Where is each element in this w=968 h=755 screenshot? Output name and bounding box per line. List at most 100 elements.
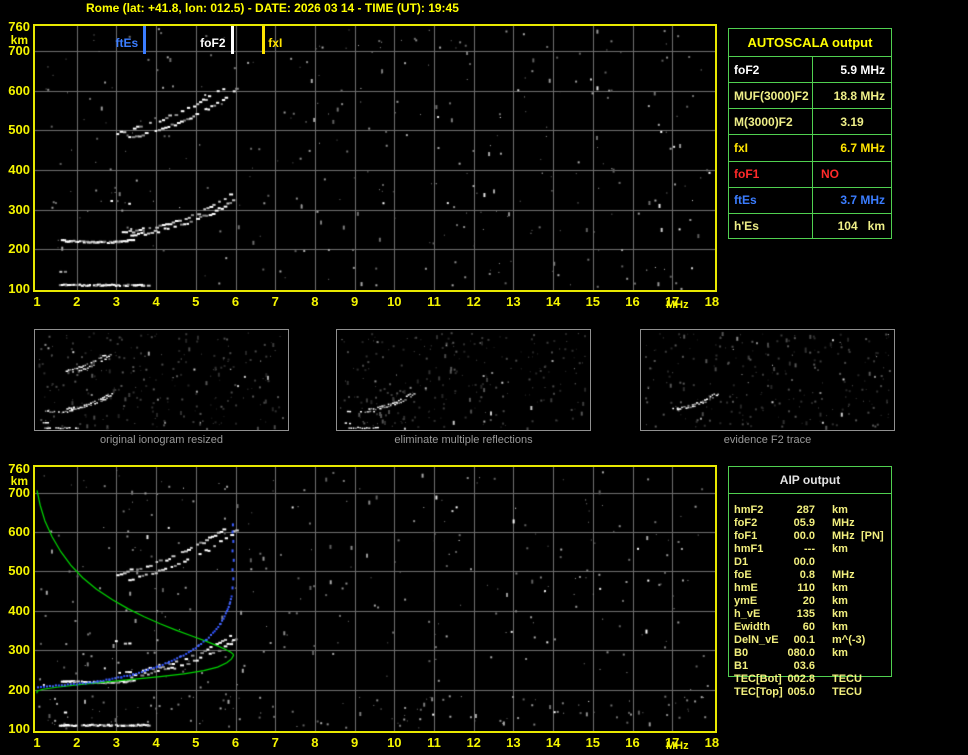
y-tick-label: 300: [8, 642, 30, 658]
marker-label-foF2: foF2: [200, 36, 226, 50]
x-tick-label: 12: [466, 294, 481, 309]
y-tick-label: 760: [8, 19, 30, 34]
aip-row-label: D1: [734, 556, 749, 568]
row-label: foF2: [729, 57, 813, 83]
aip-row: B0 080.0 km: [729, 647, 891, 660]
aip-row-label: ymE: [734, 595, 758, 607]
aip-row: hmF1 --- km: [729, 543, 891, 556]
x-tick-label: 15: [585, 735, 601, 750]
aip-table-header: AIP output: [729, 467, 891, 494]
x-tick-label: 18: [704, 294, 720, 309]
row-value: 3.7 MHz: [840, 193, 885, 208]
panel-evidence-canvas: [641, 330, 894, 430]
aip-row-unit: km: [832, 595, 848, 607]
x-tick-label: 4: [152, 294, 160, 309]
panel-original-canvas: [35, 330, 288, 430]
marker-line-ftEs: [143, 26, 147, 54]
x-tick-label: 1: [33, 735, 41, 750]
autoscala-screen: Rome (lat: +41.8, lon: 012.5) - DATE: 20…: [0, 0, 968, 755]
panel-original-ionogram: [34, 329, 289, 431]
row-value: 5.9 MHz: [840, 62, 885, 77]
aip-row: foE 0.8 MHz: [729, 569, 891, 582]
x-tick-label: 7: [271, 294, 279, 309]
aip-row: hmE 110 km: [729, 582, 891, 595]
row-label: fxI: [729, 135, 813, 161]
ionogram-top-canvas: [35, 26, 715, 290]
x-tick-label: 3: [112, 735, 120, 750]
panel-eliminate-reflections: [336, 329, 591, 431]
y-tick-label: 400: [8, 161, 30, 177]
x-tick-label: 8: [311, 294, 319, 309]
row-label: ftEs: [729, 187, 813, 213]
aip-row-label: foF1: [734, 530, 758, 542]
x-tick-label: 12: [466, 735, 481, 750]
aip-row-value: ---: [804, 543, 815, 555]
row-value: 18.8 MHz: [833, 88, 885, 103]
row-label: h'Es: [729, 213, 813, 239]
aip-row-unit: MHz: [832, 530, 855, 542]
autoscala-row: M(3000)F2 3.19: [729, 108, 891, 135]
row-label: M(3000)F2: [729, 109, 813, 135]
aip-row-value: 005.0: [787, 686, 815, 698]
aip-row-extra: [PN]: [861, 530, 884, 542]
y-tick-label: 500: [8, 563, 30, 579]
aip-row: TEC[Bot] 002.8 TECU: [729, 673, 891, 686]
aip-row-unit: km: [832, 647, 848, 659]
x-tick-label: 16: [625, 735, 640, 750]
aip-row-value: 287: [796, 504, 815, 516]
page-title: Rome (lat: +41.8, lon: 012.5) - DATE: 20…: [86, 1, 459, 15]
panel-caption: original ionogram resized: [100, 434, 223, 446]
panel-evidence-f2: [640, 329, 895, 431]
aip-row-value: 60: [802, 621, 815, 633]
marker-label-ftEs: ftEs: [115, 36, 139, 50]
autoscala-row: fxI 6.7 MHz: [729, 134, 891, 161]
row-value: 3.19: [840, 114, 864, 129]
marker-line-foF2: [230, 26, 234, 54]
y-tick-label: 200: [8, 241, 30, 257]
aip-row-value: 002.8: [787, 673, 815, 685]
aip-row: D1 00.0: [729, 556, 891, 569]
marker-line-fxI: [262, 26, 266, 54]
autoscala-row: ftEs 3.7 MHz: [729, 186, 891, 213]
x-tick-label: 10: [387, 735, 402, 750]
x-tick-label: 9: [350, 735, 359, 750]
aip-row-unit: MHz: [832, 569, 855, 581]
x-tick-label: 6: [231, 294, 240, 309]
x-tick-label: 14: [545, 735, 561, 750]
x-tick-label: 11: [427, 735, 441, 750]
row-value: 104 km: [837, 219, 885, 234]
ionogram-top-plot: [33, 24, 717, 292]
ionogram-bottom-canvas: [35, 467, 715, 731]
aip-row: ymE 20 km: [729, 595, 891, 608]
row-label: foF1: [729, 161, 813, 187]
row-value: 6.7 MHz: [840, 140, 885, 155]
panel-eliminate-canvas: [337, 330, 590, 430]
y-tick-label: 600: [8, 524, 30, 540]
aip-row-label: B1: [734, 660, 749, 672]
aip-row: B1 03.6: [729, 660, 891, 673]
y-tick-label: 400: [8, 602, 30, 618]
aip-row: hmF2 287 km: [729, 504, 891, 517]
aip-row-unit: km: [832, 608, 848, 620]
x-tick-label: 18: [704, 735, 720, 750]
aip-row-label: foF2: [734, 517, 758, 529]
x-tick-label: 11: [427, 294, 441, 309]
aip-table: AIP output hmF2 287 km foF2 05.9 MHz foF1 00.0 M…: [728, 466, 892, 698]
aip-row-value: 080.0: [787, 647, 815, 659]
aip-row: Ewidth 60 km: [729, 621, 891, 634]
aip-row-value: 00.1: [793, 634, 815, 646]
aip-row: foF1 00.0 MHz [PN]: [729, 530, 891, 543]
autoscala-row: h'Es 104 km: [729, 212, 891, 239]
x-tick-label: 6: [231, 735, 240, 750]
marker-label-fxI: fxI: [268, 36, 283, 50]
ionogram-bottom-plot: [33, 465, 717, 733]
y-tick-label: 500: [8, 122, 30, 138]
autoscala-table-header: AUTOSCALA output: [729, 29, 891, 57]
panel-caption: eliminate multiple reflections: [394, 434, 533, 446]
y-tick-label: 200: [8, 681, 30, 697]
x-tick-label: 2: [73, 735, 81, 750]
aip-row-value: 20: [802, 595, 815, 607]
aip-row-value: 0.8: [799, 569, 815, 581]
aip-row-label: B0: [734, 647, 749, 659]
aip-row-value: 00.0: [793, 530, 815, 542]
